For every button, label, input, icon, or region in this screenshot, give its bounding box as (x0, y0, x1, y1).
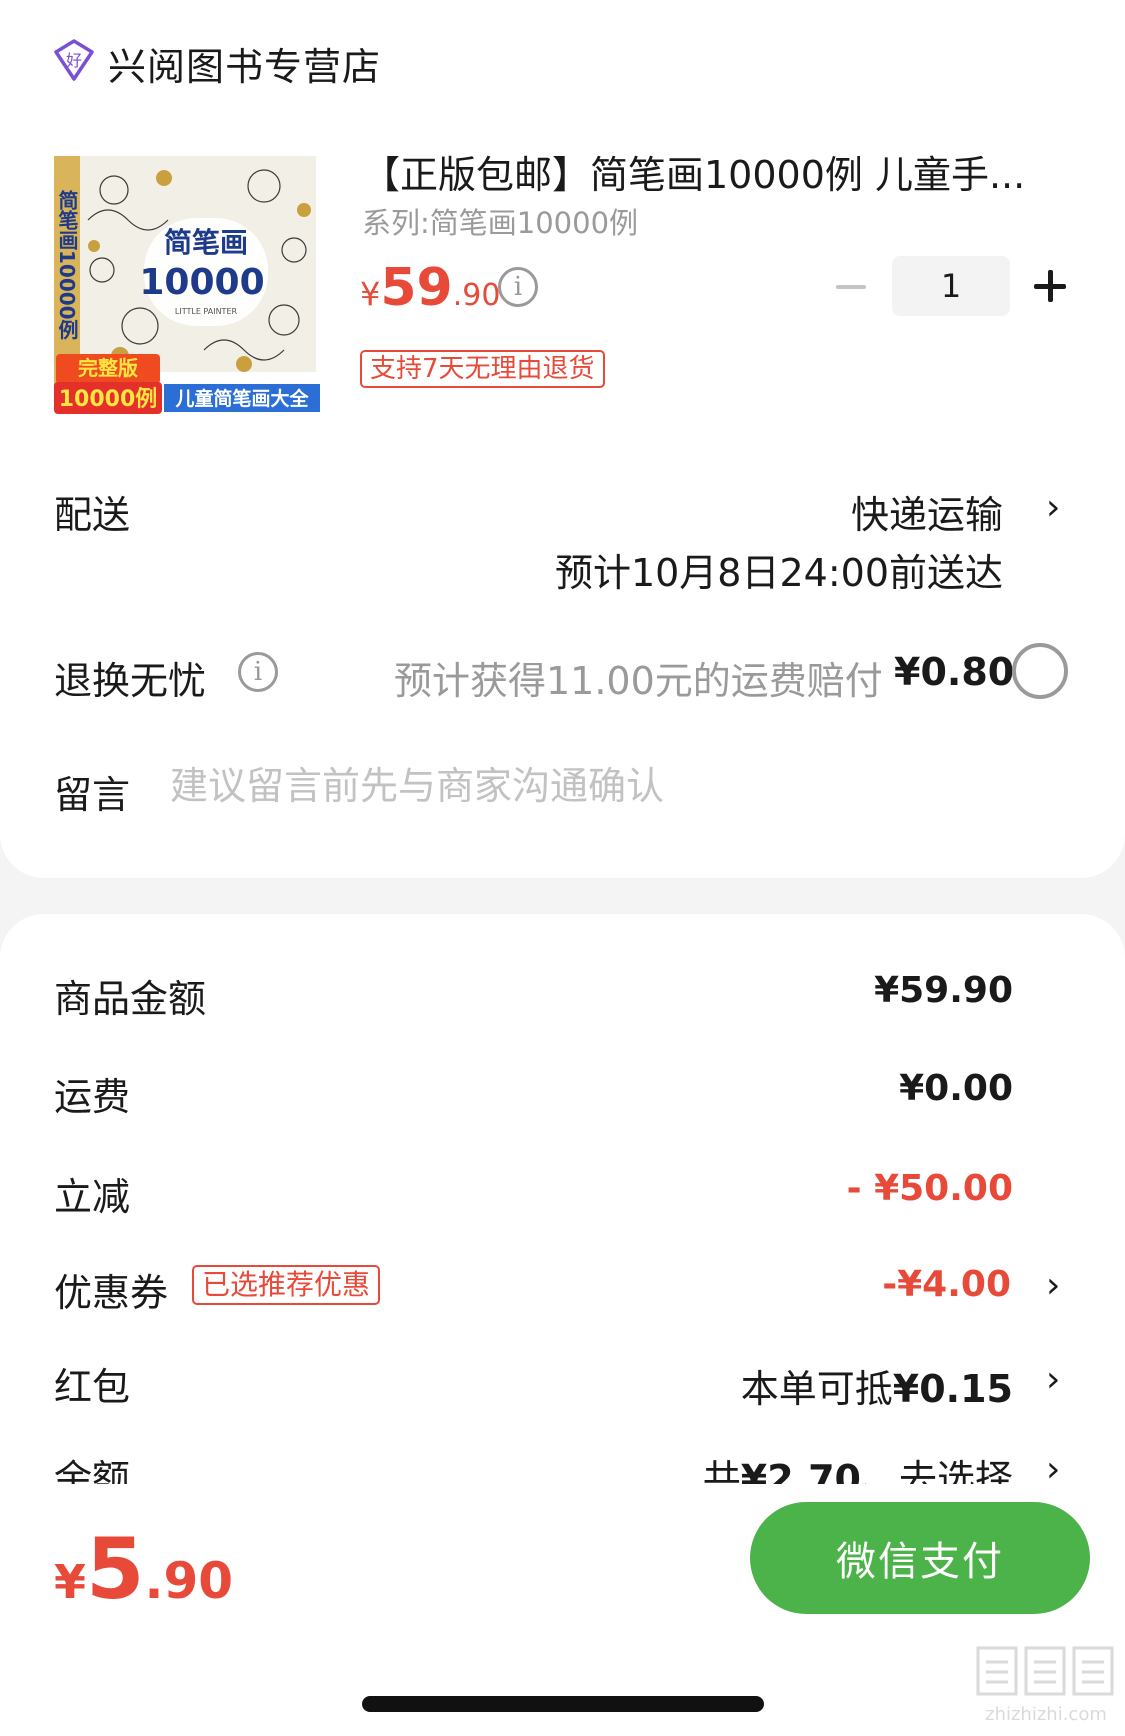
message-input[interactable] (170, 758, 1030, 814)
discount-label: 立减 (54, 1175, 131, 1219)
product-series: 系列:简笔画10000例 (362, 206, 639, 240)
total-currency: ¥ (54, 1555, 87, 1609)
shop-badge-icon: 好 (52, 38, 96, 82)
return-policy-badge: 支持7天无理由退货 (360, 350, 605, 388)
shipping-value: ¥0.00 (899, 1068, 1013, 1109)
cover-banner: 儿童简笔画大全 (174, 387, 309, 410)
return-insurance-price: ¥0.80 (894, 650, 1015, 694)
return-insurance-label: 退换无忧 (54, 659, 207, 703)
shop-name[interactable]: 兴阅图书专营店 (108, 36, 381, 91)
delivery-eta: 预计10月8日24:00前送达 (554, 551, 1003, 595)
cover-subtitle: LITTLE PAINTER (175, 307, 238, 316)
total-decimal: .90 (144, 1552, 234, 1610)
svg-text:好: 好 (66, 51, 82, 70)
chevron-right-icon[interactable]: › (1046, 490, 1070, 526)
shipping-label: 运费 (54, 1075, 131, 1119)
total-price: ¥5.90 (54, 1520, 233, 1618)
product-title[interactable]: 【正版包邮】简笔画10000例 儿童手... (362, 144, 1062, 199)
return-insurance-desc: 预计获得11.00元的运费赔付 (394, 659, 883, 703)
order-card (0, 0, 1125, 878)
delivery-label: 配送 (54, 493, 131, 537)
quantity-increase-button[interactable] (1032, 268, 1068, 304)
quantity-decrease-button[interactable] (834, 268, 870, 304)
wechat-pay-button[interactable]: 微信支付 (750, 1502, 1090, 1614)
cover-title: 简笔画 (164, 226, 248, 259)
red-packet-value[interactable]: 本单可抵¥0.15 (741, 1358, 1013, 1413)
message-label: 留言 (54, 773, 131, 817)
product-price: ¥59.90 (360, 258, 500, 318)
watermark-url: zhizhizhi.com (985, 1704, 1107, 1725)
quantity-field[interactable]: 1 (892, 256, 1010, 316)
chevron-right-icon[interactable]: › (1046, 1452, 1070, 1488)
discount-value: - ¥50.00 (846, 1168, 1013, 1209)
coupon-value[interactable]: -¥4.00 (882, 1264, 1011, 1305)
coupon-label: 优惠券 (54, 1271, 169, 1315)
goods-amount-label: 商品金额 (54, 977, 207, 1021)
product-image[interactable]: 简笔画 10000 LITTLE PAINTER 简笔画10000例 完整版 1… (54, 150, 324, 416)
cover-number: 10000 (139, 262, 264, 303)
chevron-right-icon[interactable]: › (1046, 1268, 1070, 1304)
delivery-method[interactable]: 快递运输 (851, 484, 1003, 539)
red-packet-amount: ¥0.15 (892, 1367, 1013, 1411)
red-packet-label: 红包 (54, 1365, 131, 1409)
price-decimal: .90 (452, 278, 501, 313)
price-info-icon[interactable]: i (498, 267, 538, 307)
price-integer: 59 (380, 258, 453, 318)
total-integer: 5 (86, 1520, 145, 1618)
chevron-right-icon[interactable]: › (1046, 1362, 1070, 1398)
red-packet-prefix: 本单可抵 (740, 1367, 893, 1411)
home-indicator[interactable] (362, 1696, 764, 1712)
goods-amount-value: ¥59.90 (874, 970, 1013, 1011)
cover-tag-1: 完整版 (78, 356, 138, 380)
price-currency: ¥ (360, 275, 381, 313)
coupon-badge: 已选推荐优惠 (192, 1265, 381, 1305)
return-info-icon[interactable]: i (238, 652, 278, 692)
cover-spine: 简笔画10000例 (55, 189, 79, 341)
watermark: zhizhizhi.com (974, 1640, 1118, 1730)
return-insurance-radio[interactable] (1012, 643, 1068, 699)
cover-tag-2: 10000例 (59, 387, 158, 412)
